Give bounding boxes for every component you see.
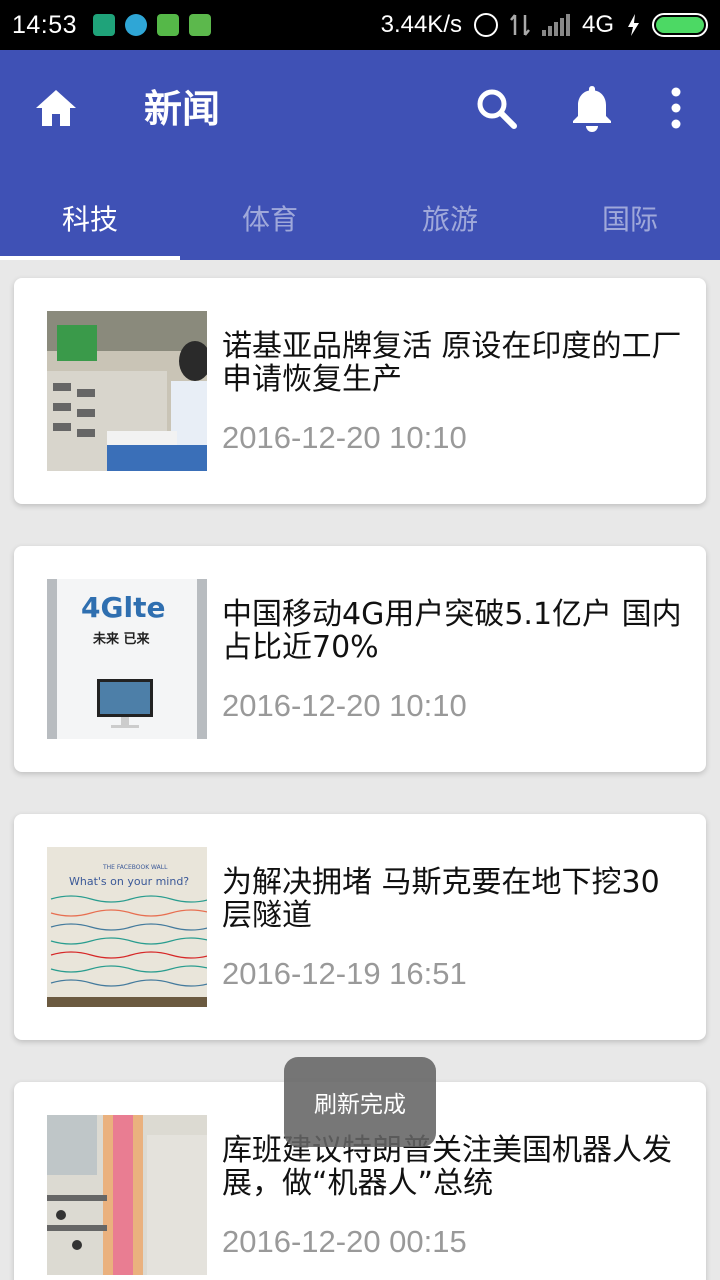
category-tabs: 科技 体育 旅游 国际 <box>0 180 720 260</box>
bell-icon[interactable] <box>568 82 616 134</box>
status-bar: 14:53 3.44K/s 4G <box>0 0 720 50</box>
alarm-icon <box>473 13 498 37</box>
net-speed: 3.44K/s <box>380 11 462 38</box>
charging-icon <box>628 14 639 36</box>
news-title: 为解决拥堵 马斯克要在地下挖30层隧道 <box>222 865 660 933</box>
tab-international[interactable]: 国际 <box>540 180 720 256</box>
battery-app-icon <box>157 14 180 36</box>
lte-slogan-text: 未来 已来 <box>92 631 151 647</box>
lte-logo-text: 4Glte <box>81 591 165 624</box>
more-vert-icon[interactable] <box>660 84 692 132</box>
app-bar: 新闻 科技 体育 旅游 国际 <box>0 50 720 260</box>
colorful-interior-photo <box>47 1115 207 1275</box>
home-icon[interactable] <box>32 84 80 132</box>
search-icon[interactable] <box>472 84 520 132</box>
news-card[interactable]: THE FACEBOOK WALL What's on your mind? 为… <box>14 814 706 1040</box>
news-card[interactable]: 诺基亚品牌复活 原设在印度的工厂申请恢复生产 2016-12-20 10:10 <box>14 278 706 504</box>
tab-travel[interactable]: 旅游 <box>360 180 540 256</box>
notification-icons <box>93 14 212 36</box>
tab-tech[interactable]: 科技 <box>0 180 180 256</box>
news-title: 中国移动4G用户突破5.1亿户 国内占比近70% <box>222 597 682 665</box>
news-time: 2016-12-20 00:15 <box>222 1224 467 1259</box>
4g-lte-display-photo: 4Glte 未来 已来 <box>47 579 207 739</box>
news-time: 2016-12-20 10:10 <box>222 688 467 723</box>
wall-header-text: THE FACEBOOK WALL <box>102 864 168 871</box>
signal-icon <box>541 14 570 36</box>
news-time: 2016-12-19 16:51 <box>222 956 467 991</box>
facebook-wall-photo: THE FACEBOOK WALL What's on your mind? <box>47 847 207 1007</box>
battery-fill <box>656 17 704 33</box>
clock-app-icon <box>125 14 148 36</box>
news-card[interactable]: 4Glte 未来 已来 中国移动4G用户突破5.1亿户 国内占比近70% 201… <box>14 546 706 772</box>
tab-sports[interactable]: 体育 <box>180 180 360 256</box>
android-app-icon <box>189 14 212 36</box>
data-transfer-icon <box>510 14 530 36</box>
news-time: 2016-12-20 10:10 <box>222 420 467 455</box>
tab-indicator <box>0 256 180 260</box>
status-right: 3.44K/s 4G <box>381 11 708 39</box>
news-title: 诺基亚品牌复活 原设在印度的工厂申请恢复生产 <box>222 329 682 397</box>
network-type: 4G <box>581 11 614 38</box>
page-title: 新闻 <box>144 87 221 131</box>
wall-question-text: What's on your mind? <box>69 875 189 888</box>
shield-app-icon <box>93 14 116 36</box>
factory-photo <box>47 311 207 471</box>
status-time: 14:53 <box>12 10 78 39</box>
toast-message: 刷新完成 <box>284 1057 436 1147</box>
battery-icon <box>652 13 708 37</box>
